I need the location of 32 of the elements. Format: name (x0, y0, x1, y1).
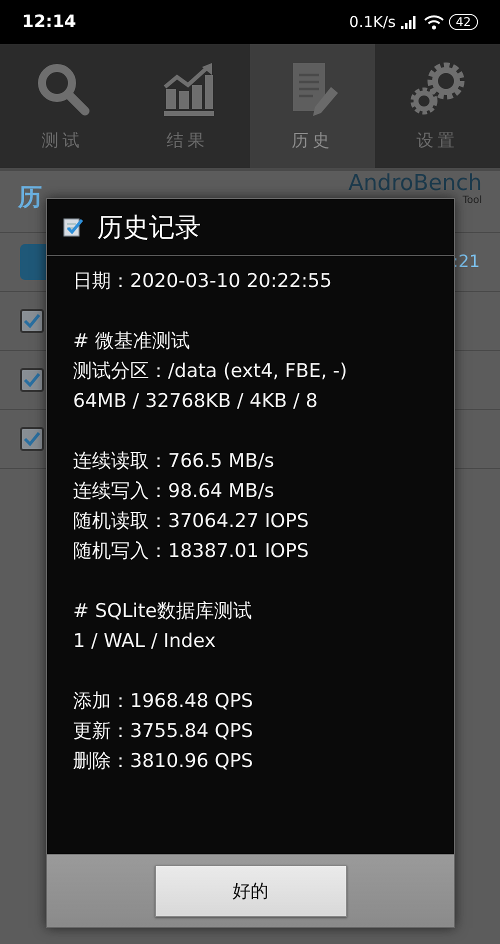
tab[interactable]: 设置 (375, 44, 500, 168)
result-line: 测试分区：/data (ext4, FBE, -) (73, 359, 348, 384)
app-logo: AndroBench (348, 173, 482, 195)
result-line: 随机写入：18387.01 IOPS (73, 539, 310, 564)
checkbox[interactable] (20, 427, 44, 451)
notepad-icon (63, 217, 83, 237)
result-line: # SQLite数据库测试 (73, 599, 253, 624)
result-line: 64MB / 32768KB / 4KB / 8 (73, 389, 319, 414)
result-line: 连续写入：98.64 MB/s (73, 479, 276, 504)
checkbox[interactable] (20, 368, 44, 392)
result-line: # 微基准测试 (73, 329, 191, 354)
wifi-icon (424, 14, 444, 30)
result-line: 1 / WAL / Index (73, 629, 217, 654)
result-line: 删除：3810.96 QPS (73, 749, 254, 774)
dialog-title: 历史记录 (97, 212, 201, 244)
network-speed: 0.1K/s (349, 13, 396, 31)
result-line: 日期：2020-03-10 20:22:55 (73, 269, 333, 294)
ok-button[interactable]: 好的 (154, 865, 346, 917)
result-line: 添加：1968.48 QPS (73, 689, 254, 714)
tab[interactable]: 历史 (250, 44, 375, 168)
logo-tagline: Tool (462, 195, 482, 206)
checkbox[interactable] (20, 309, 44, 333)
result-line: 随机读取：37064.27 IOPS (73, 509, 310, 534)
result-line: 连续读取：766.5 MB/s (73, 449, 276, 474)
page-title: 历 (18, 182, 42, 213)
clock: 12:14 (22, 12, 76, 32)
tab[interactable]: 测试 (0, 44, 125, 168)
battery-level: 42 (448, 14, 478, 30)
row-time: :21 (452, 252, 480, 272)
result-line: 更新：3755.84 QPS (73, 719, 254, 744)
tab[interactable]: 结果 (125, 44, 250, 168)
gears-icon (408, 60, 468, 116)
